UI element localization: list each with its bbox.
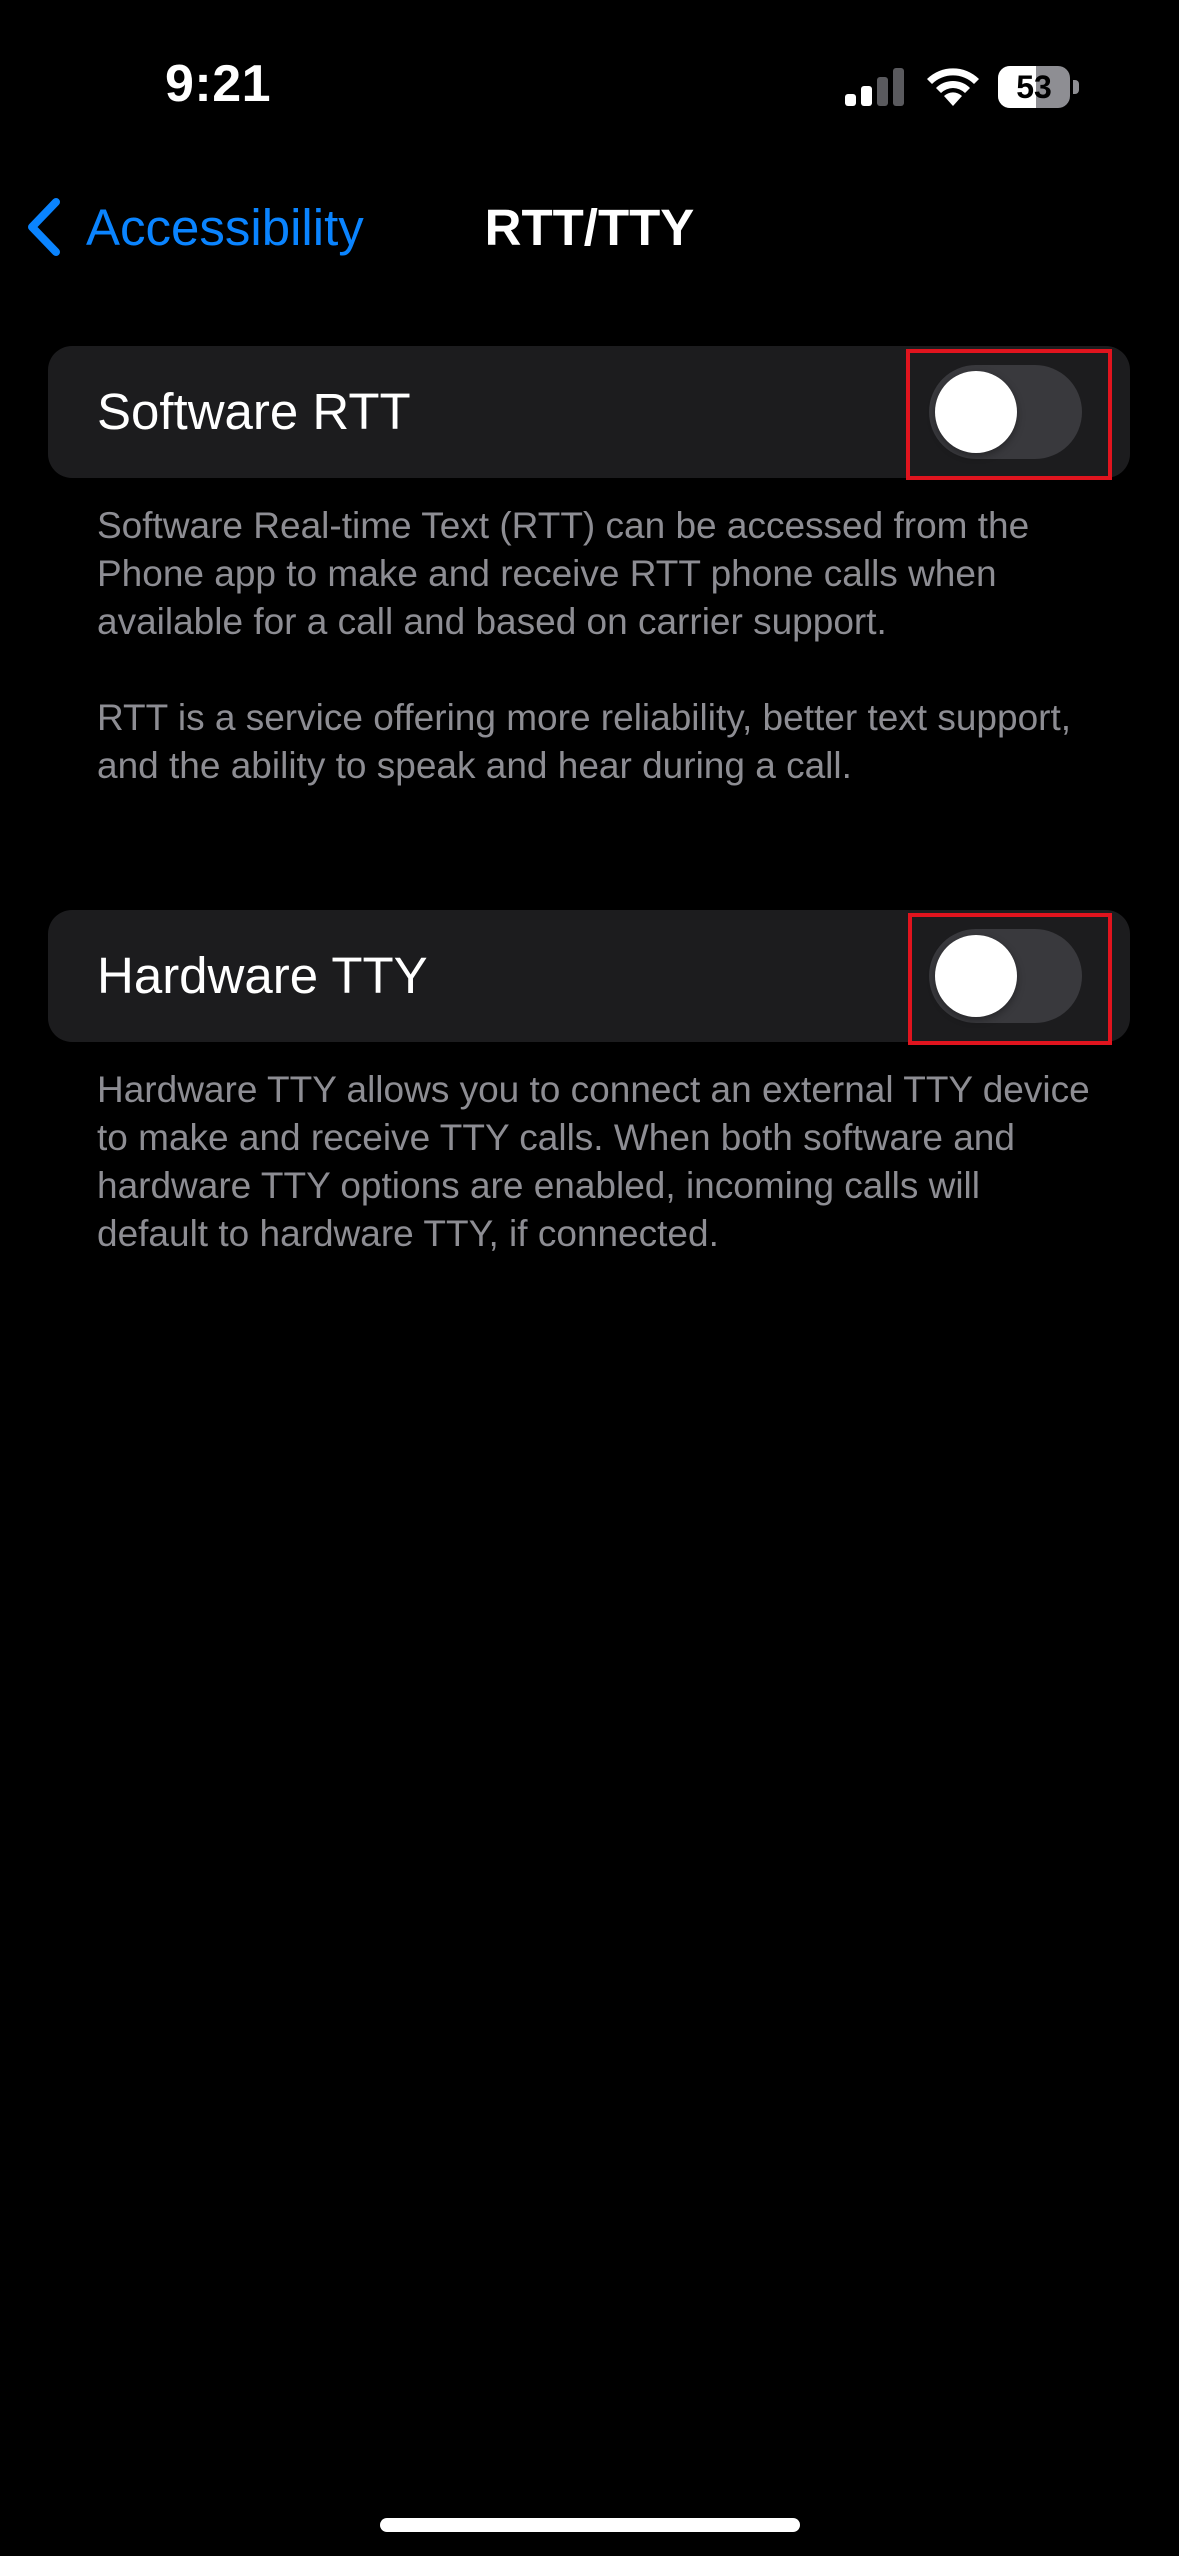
page-title: RTT/TTY xyxy=(484,199,695,256)
software-rtt-footer-text: Software Real-time Text (RTT) can be acc… xyxy=(97,505,1030,642)
status-bar: 9:21 53 xyxy=(0,0,1179,170)
hardware-tty-footer-text: Hardware TTY allows you to connect an ex… xyxy=(97,1069,1090,1254)
software-rtt-row: Software RTT xyxy=(48,346,1130,478)
toggle-knob xyxy=(935,935,1017,1017)
home-indicator xyxy=(380,2518,800,2532)
hardware-tty-footer: Hardware TTY allows you to connect an ex… xyxy=(97,1066,1097,1258)
hardware-tty-label: Hardware TTY xyxy=(97,947,428,1004)
software-rtt-label: Software RTT xyxy=(97,383,411,440)
software-rtt-toggle[interactable] xyxy=(929,365,1082,459)
signal-icon xyxy=(845,68,904,106)
battery-icon: 53 xyxy=(998,66,1080,108)
wifi-icon xyxy=(927,68,979,106)
hardware-tty-row: Hardware TTY xyxy=(48,910,1130,1042)
toggle-knob xyxy=(935,371,1017,453)
rtt-description-text: RTT is a service offering more reliabili… xyxy=(97,697,1072,786)
status-time: 9:21 xyxy=(165,55,272,113)
battery-percent: 53 xyxy=(1016,69,1052,105)
software-rtt-footer: Software Real-time Text (RTT) can be acc… xyxy=(97,502,1097,790)
navigation-bar: Accessibility RTT/TTY xyxy=(0,170,1179,285)
hardware-tty-toggle[interactable] xyxy=(929,929,1082,1023)
